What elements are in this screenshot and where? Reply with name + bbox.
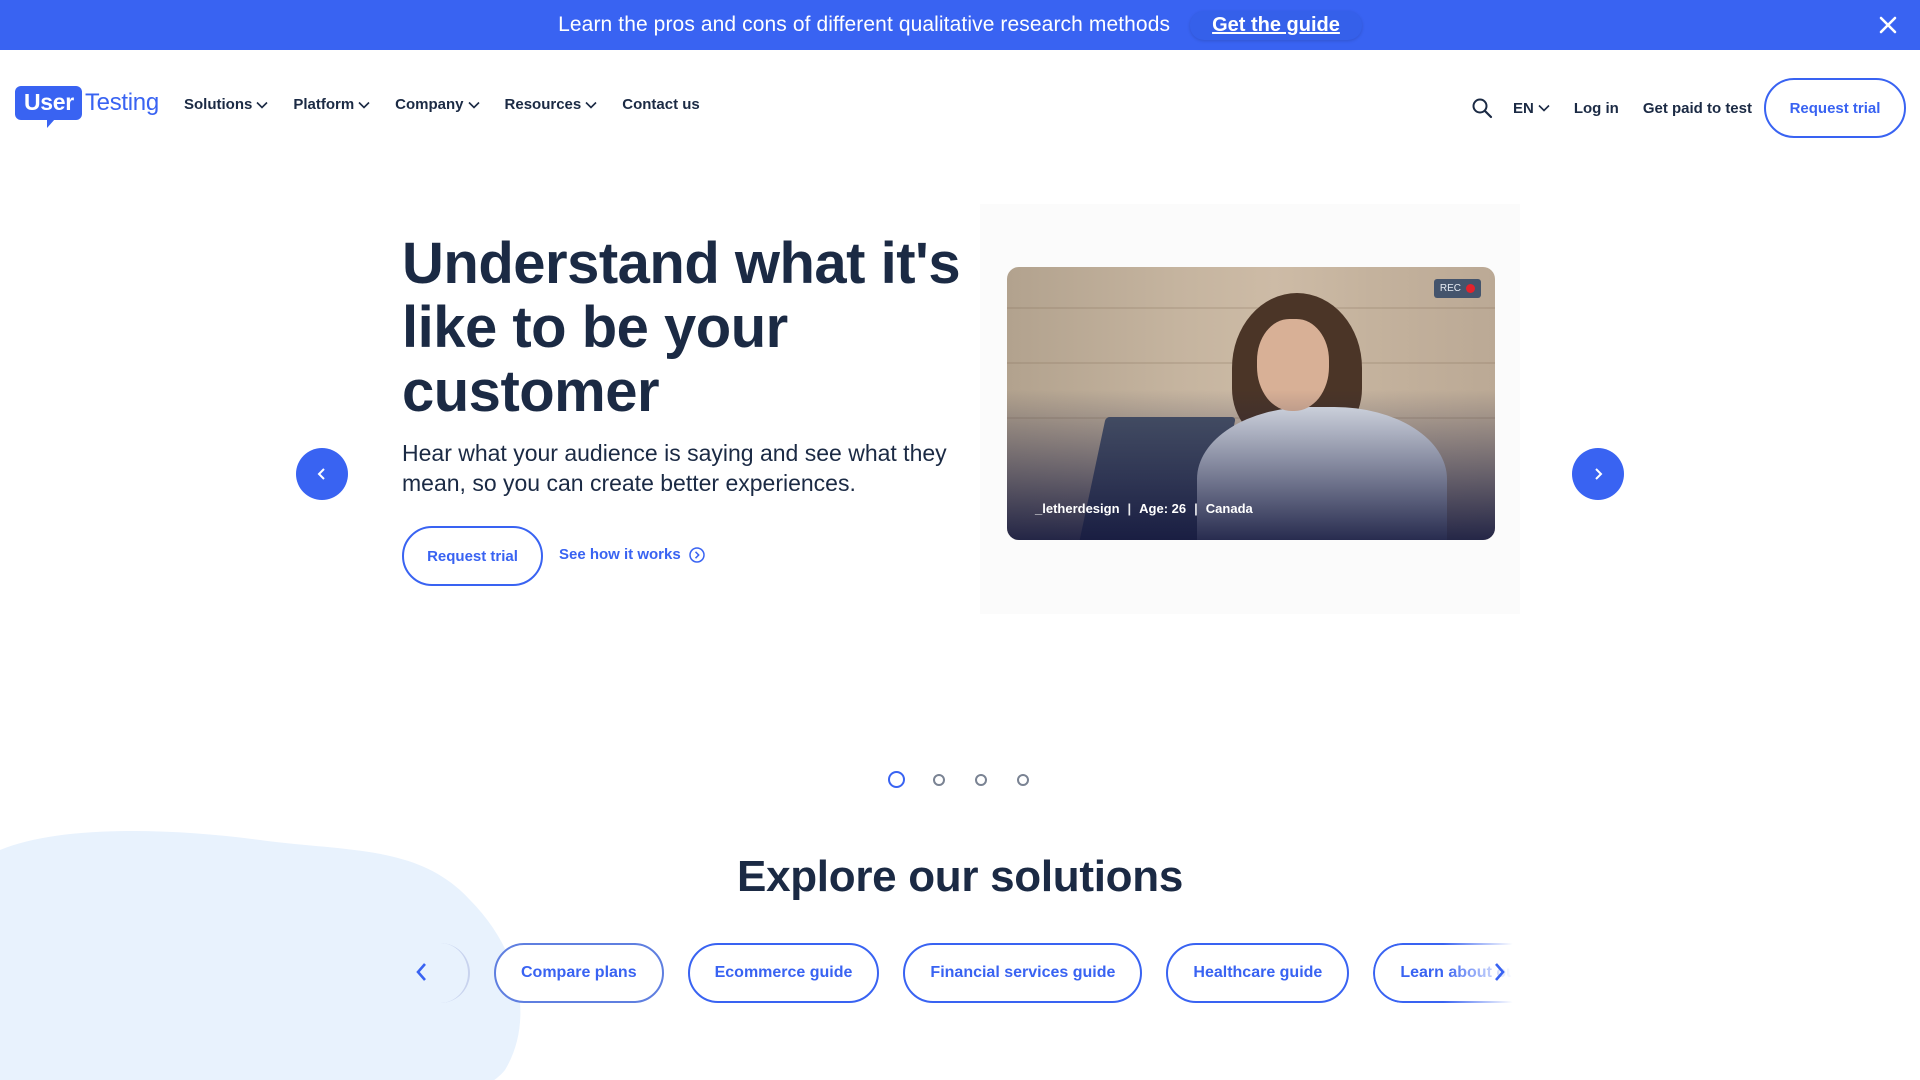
carousel-prev-button[interactable]: [296, 448, 348, 500]
recording-dot-icon: [1466, 284, 1475, 293]
rec-label: REC: [1439, 283, 1461, 294]
chevron-down-icon: [1538, 104, 1550, 112]
carousel-pagination: [888, 771, 1059, 788]
carousel-dot-1[interactable]: [888, 771, 905, 788]
announcement-bar: Learn the pros and cons of different qua…: [0, 0, 1920, 50]
get-paid-to-test-link[interactable]: Get paid to test: [1643, 100, 1752, 117]
chevron-right-icon: [1595, 468, 1603, 480]
language-label: EN: [1512, 99, 1534, 117]
request-trial-button-hero[interactable]: Request trial: [402, 526, 543, 586]
pill-healthcare-guide[interactable]: Healthcare guide: [1166, 943, 1350, 1003]
nav-item-label: Platform: [293, 96, 355, 113]
request-trial-button-header[interactable]: Request trial: [1764, 78, 1906, 138]
logo-user-mark: User: [15, 86, 82, 128]
video-gradient-overlay: [1007, 267, 1495, 540]
participant-username: _letherdesign: [1035, 501, 1120, 516]
nav-item-contact-us[interactable]: Contact us: [622, 96, 700, 113]
nav-item-platform[interactable]: Platform: [293, 96, 370, 113]
log-in-link[interactable]: Log in: [1574, 100, 1619, 117]
chevron-down-icon: [467, 101, 480, 109]
chevron-down-icon: [256, 101, 268, 109]
carousel-dot-2[interactable]: [933, 773, 945, 786]
nav-item-solutions[interactable]: Solutions: [184, 96, 268, 113]
carousel-dot-4[interactable]: [1017, 773, 1029, 786]
usertesting-logo[interactable]: User Testing: [15, 86, 159, 128]
site-header: User Testing Solutions Platform Company …: [0, 50, 1920, 166]
nav-item-label: Solutions: [184, 96, 253, 113]
participant-country: Canada: [1205, 501, 1253, 516]
pill-financial-services-guide[interactable]: Financial services guide: [903, 943, 1143, 1003]
see-how-it-works-label: See how it works: [559, 546, 681, 563]
meta-separator: |: [1127, 501, 1132, 516]
arrow-circle-icon: [688, 546, 705, 563]
nav-item-label: Company: [395, 96, 464, 113]
search-icon[interactable]: [1471, 97, 1493, 119]
solutions-prev-chevron-icon[interactable]: [410, 958, 434, 986]
announcement-text: Learn the pros and cons of different qua…: [558, 13, 1171, 36]
solutions-pill-list: Compare plans Ecommerce guide Financial …: [494, 943, 1537, 1003]
hero-video-card[interactable]: REC _letherdesign | Age: 26 | Canada: [1007, 267, 1495, 540]
header-actions: EN Log in Get paid to test Request trial: [1471, 78, 1906, 138]
get-the-guide-link[interactable]: Get the guide: [1190, 10, 1362, 40]
explore-title: Explore our solutions: [737, 852, 1183, 901]
carousel-dot-3[interactable]: [975, 773, 987, 786]
chevron-left-icon: [317, 468, 325, 480]
nav-item-company[interactable]: Company: [395, 96, 480, 113]
participant-meta: _letherdesign | Age: 26 | Canada: [1035, 501, 1253, 516]
main-nav: Solutions Platform Company Resources Con…: [184, 96, 725, 113]
meta-separator: |: [1194, 501, 1198, 516]
hero-title: Understand what it's like to be your cus…: [402, 231, 961, 424]
nav-item-resources[interactable]: Resources: [505, 96, 598, 113]
rec-badge: REC: [1433, 279, 1481, 298]
carousel-next-button[interactable]: [1572, 448, 1624, 500]
see-how-it-works-link[interactable]: See how it works: [559, 546, 705, 563]
logo-testing-text: Testing: [84, 89, 159, 116]
pill-compare-plans[interactable]: Compare plans: [494, 943, 664, 1003]
close-icon[interactable]: [1876, 13, 1900, 37]
chevron-down-icon: [358, 101, 370, 109]
language-selector[interactable]: EN: [1513, 100, 1550, 117]
hero-subtitle: Hear what your audience is saying and se…: [402, 440, 947, 496]
chevron-down-icon: [585, 101, 597, 109]
participant-age: Age: 26: [1139, 501, 1187, 516]
nav-item-label: Resources: [504, 96, 582, 113]
nav-item-label: Contact us: [622, 96, 700, 113]
solutions-next-chevron-icon[interactable]: [1487, 958, 1511, 986]
pill-ecommerce-guide[interactable]: Ecommerce guide: [687, 943, 880, 1003]
